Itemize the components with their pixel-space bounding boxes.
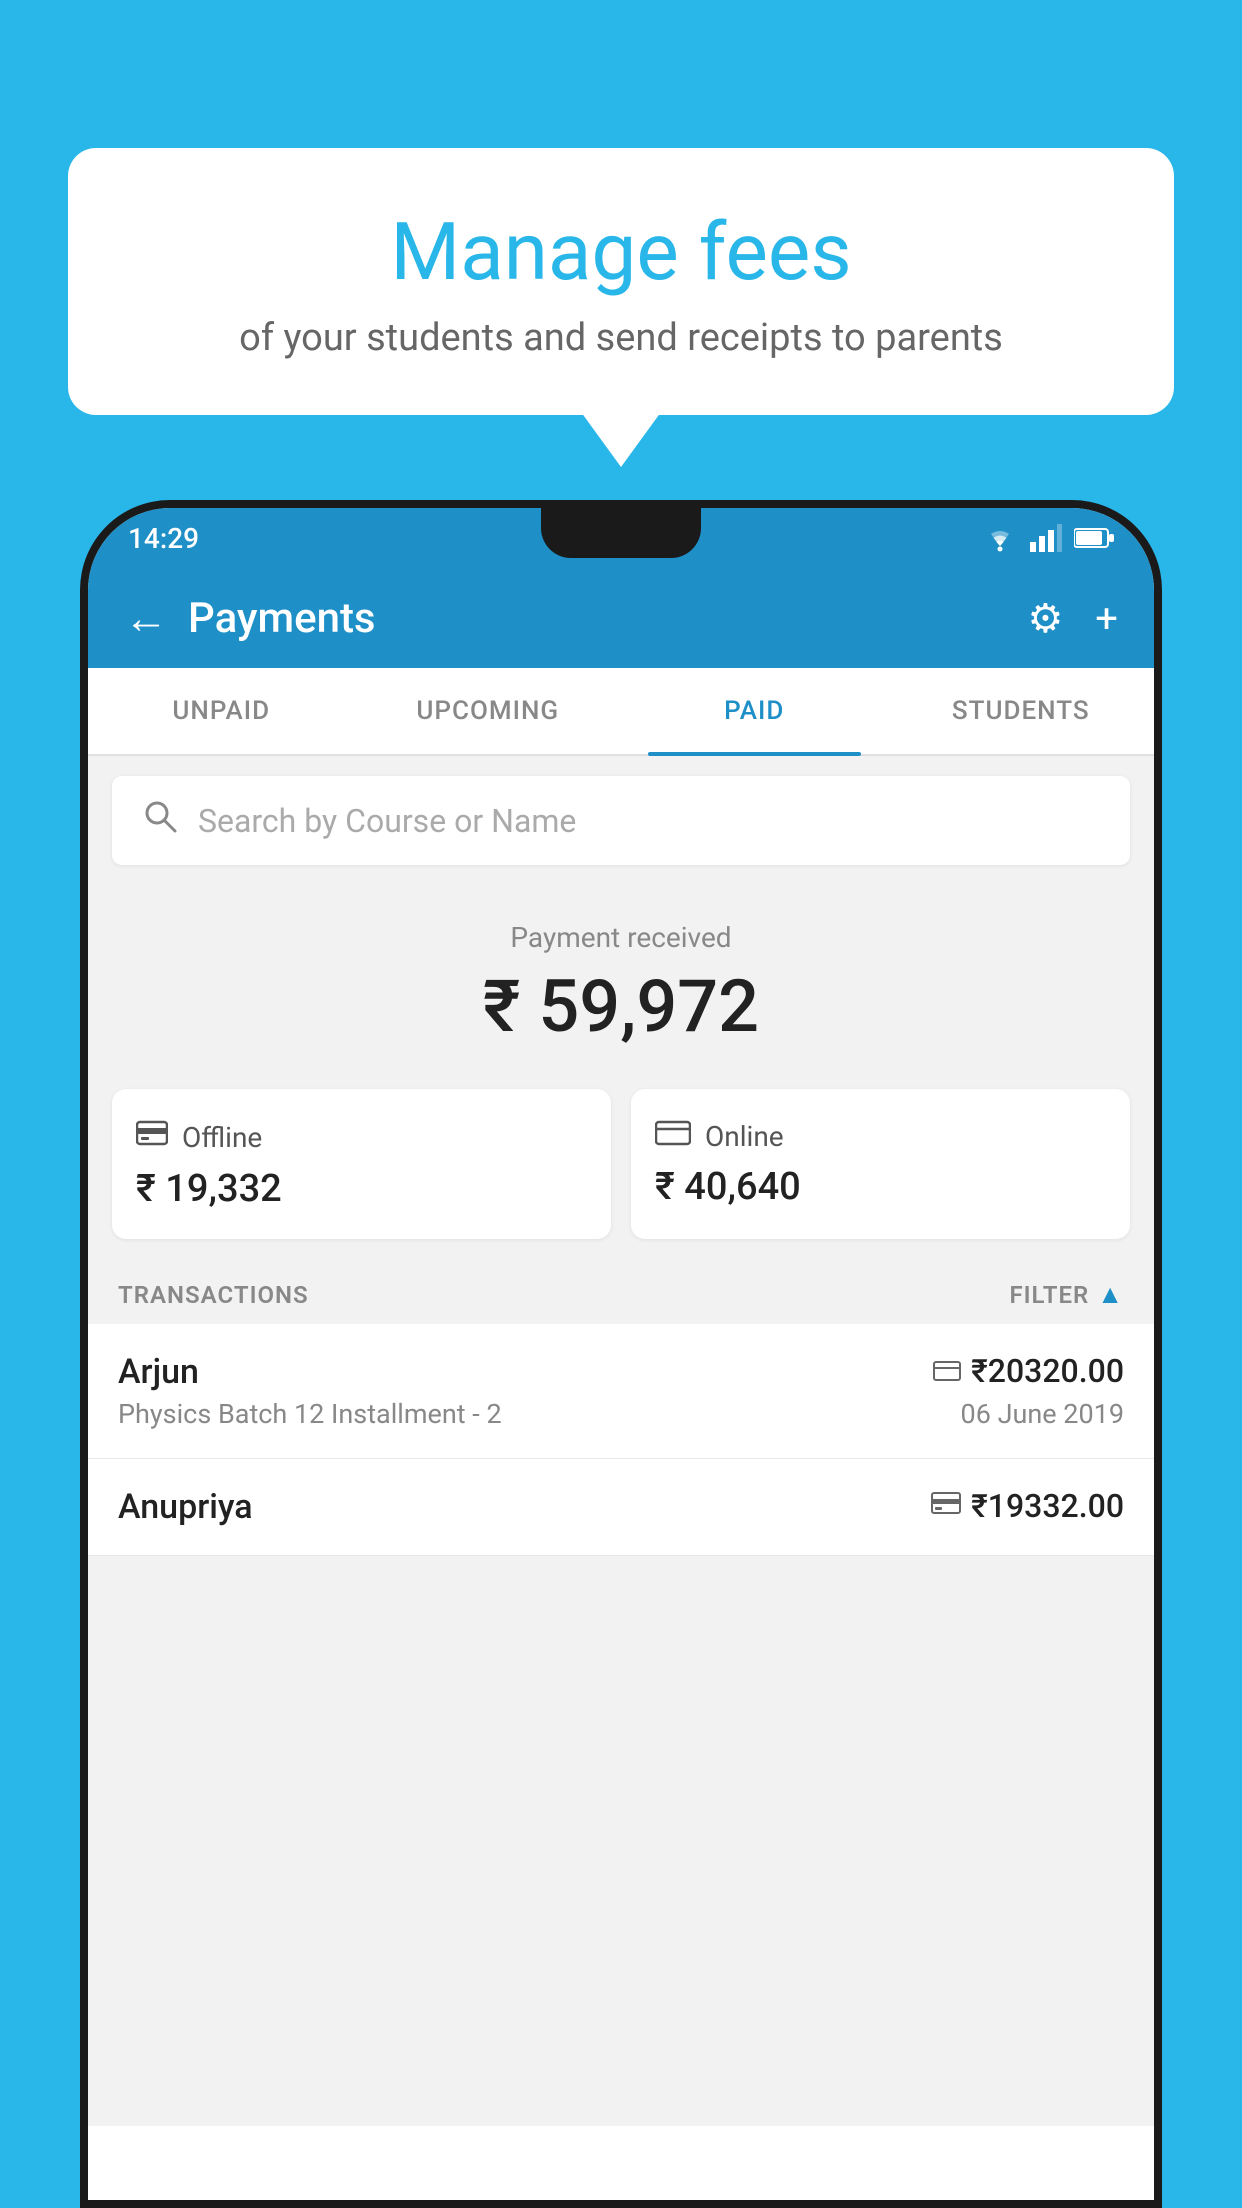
transactions-label: TRANSACTIONS	[118, 1281, 309, 1309]
content-area: Search by Course or Name Payment receive…	[88, 756, 1154, 2126]
phone-frame: 14:29	[80, 500, 1162, 2208]
online-card-header: Online	[655, 1117, 1106, 1155]
transactions-header: TRANSACTIONS FILTER ▲	[88, 1259, 1154, 1324]
transaction-amount: ₹20320.00	[971, 1352, 1124, 1390]
transaction-item-arjun[interactable]: Arjun ₹20320.00 Physics Batch 12 Install…	[88, 1324, 1154, 1459]
online-card: Online ₹ 40,640	[631, 1089, 1130, 1239]
payment-received-label: Payment received	[108, 921, 1134, 954]
transaction-amount-row: ₹20320.00	[933, 1352, 1124, 1390]
offline-payment-icon-2	[931, 1489, 961, 1524]
battery-icon	[1074, 526, 1114, 550]
transaction-name: Arjun	[118, 1352, 199, 1392]
offline-label: Offline	[182, 1121, 262, 1154]
status-time: 14:29	[128, 522, 199, 555]
offline-amount: ₹ 19,332	[136, 1167, 587, 1211]
online-label: Online	[705, 1120, 784, 1153]
offline-card-header: Offline	[136, 1117, 587, 1157]
notch	[541, 508, 701, 558]
offline-card: Offline ₹ 19,332	[112, 1089, 611, 1239]
online-payment-icon	[655, 1117, 691, 1155]
filter-button[interactable]: FILTER ▲	[1009, 1279, 1124, 1310]
app-header: ← Payments ⚙ +	[88, 568, 1154, 668]
filter-label: FILTER	[1009, 1281, 1089, 1309]
settings-button[interactable]: ⚙	[1027, 595, 1063, 642]
transaction-date: 06 June 2019	[961, 1398, 1124, 1430]
search-input[interactable]: Search by Course or Name	[198, 802, 576, 840]
transaction-name-2: Anupriya	[118, 1487, 253, 1527]
add-button[interactable]: +	[1095, 595, 1118, 642]
phone-screen: 14:29	[88, 508, 1154, 2200]
tab-unpaid[interactable]: UNPAID	[88, 668, 355, 754]
status-bar: 14:29	[88, 508, 1154, 568]
tooltip-card: Manage fees of your students and send re…	[68, 148, 1174, 415]
back-button[interactable]: ←	[124, 592, 168, 644]
transaction-row-2: Anupriya ₹19332.00	[118, 1487, 1124, 1527]
online-amount: ₹ 40,640	[655, 1165, 1106, 1209]
tab-students[interactable]: STUDENTS	[888, 668, 1155, 754]
transaction-detail: Physics Batch 12 Installment - 2	[118, 1398, 502, 1430]
header-title: Payments	[188, 594, 1027, 643]
transaction-row: Arjun ₹20320.00	[118, 1352, 1124, 1392]
wifi-icon	[982, 524, 1018, 552]
payment-cards: Offline ₹ 19,332 Online	[112, 1089, 1130, 1239]
tooltip-title: Manage fees	[118, 208, 1124, 296]
tabs-bar: UNPAID UPCOMING PAID STUDENTS	[88, 668, 1154, 756]
transaction-amount-row-2: ₹19332.00	[931, 1487, 1124, 1525]
signal-icon	[1030, 524, 1062, 552]
status-icons	[982, 524, 1114, 552]
transaction-detail-row: Physics Batch 12 Installment - 2 06 June…	[118, 1392, 1124, 1430]
tab-upcoming[interactable]: UPCOMING	[355, 668, 622, 754]
search-bar[interactable]: Search by Course or Name	[112, 776, 1130, 865]
payment-total-amount: ₹ 59,972	[108, 964, 1134, 1049]
transaction-item-anupriya[interactable]: Anupriya ₹19332.00	[88, 1459, 1154, 1556]
filter-icon: ▲	[1097, 1279, 1124, 1310]
card-payment-icon	[933, 1355, 961, 1388]
search-icon	[142, 798, 178, 843]
tooltip-subtitle: of your students and send receipts to pa…	[118, 316, 1124, 360]
header-icons: ⚙ +	[1027, 595, 1118, 642]
offline-payment-icon	[136, 1117, 168, 1157]
tab-paid[interactable]: PAID	[621, 668, 888, 754]
payment-summary: Payment received ₹ 59,972	[88, 885, 1154, 1079]
transaction-amount-2: ₹19332.00	[971, 1487, 1124, 1525]
